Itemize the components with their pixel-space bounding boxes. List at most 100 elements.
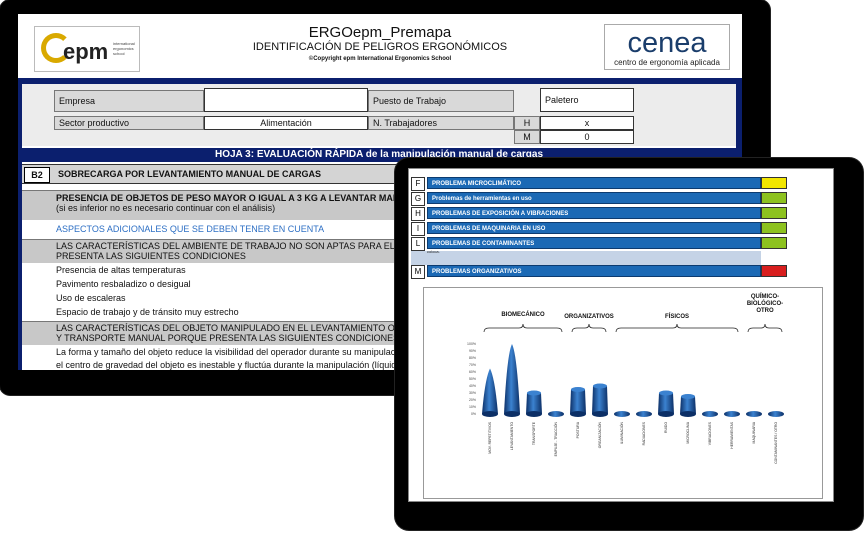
- sector-input[interactable]: Alimentación: [204, 116, 368, 130]
- bar-top: [593, 383, 607, 389]
- problem-letter: L: [411, 237, 425, 251]
- bar-top: [659, 390, 673, 396]
- x-tick-label: VIBRACIONES: [708, 421, 712, 445]
- status-lamp: [761, 222, 787, 234]
- y-tick-label: 90%: [469, 349, 476, 353]
- empresa-input[interactable]: [204, 88, 368, 112]
- y-tick-label: 0%: [471, 412, 476, 416]
- y-tick-label: 20%: [469, 398, 476, 402]
- bar-body: [592, 386, 608, 414]
- status-lamp: [761, 207, 787, 219]
- bar-base: [526, 411, 542, 417]
- bar-body: [482, 368, 498, 414]
- b2-tag: B2: [24, 167, 50, 183]
- bar-top: [527, 390, 541, 396]
- group-label: QUÍMICO-: [751, 292, 779, 300]
- problem-letter: H: [411, 207, 425, 221]
- note-band: [411, 251, 761, 265]
- problem-label: PROBLEMAS ORGANIZATIVOS: [427, 265, 761, 277]
- group-label: OTRO: [756, 308, 774, 314]
- problem-row-m: M PROBLEMAS ORGANIZATIVOS: [411, 265, 831, 279]
- group-brace: [483, 323, 563, 333]
- bar-base: [636, 411, 652, 417]
- problem-row-h: H PROBLEMAS DE EXPOSICIÓN A VIBRACIONES: [411, 207, 831, 221]
- problem-label: Problemas de herramientas en uso: [427, 192, 761, 204]
- problem-letter: G: [411, 192, 425, 206]
- chart-bar: [548, 411, 564, 417]
- results-window: F PROBLEMA MICROCLIMÁTICO G Problemas de…: [408, 168, 834, 502]
- problem-row-f: F PROBLEMA MICROCLIMÁTICO: [411, 177, 831, 191]
- m-label: M: [514, 130, 540, 144]
- bar-base: [768, 411, 784, 417]
- cenea-logo: cenea centro de ergonomía aplicada: [604, 24, 730, 70]
- x-tick-label: HERRAMIENTAS: [730, 421, 734, 448]
- x-tick-label: TRANSPORTE: [532, 421, 536, 445]
- risk-chart-svg: BIOMECÁNICO ORGANIZATIVOS FÍSICOS QUÍMICO-B…: [467, 292, 784, 464]
- group-brace: [747, 323, 783, 333]
- m-input[interactable]: 0: [540, 130, 634, 144]
- bar-body: [658, 393, 674, 414]
- chart-bar: [680, 394, 696, 417]
- bar-body: [526, 393, 542, 414]
- problem-label: PROBLEMAS DE EXPOSICIÓN A VIBRACIONES: [427, 207, 761, 219]
- bar-base: [548, 411, 564, 417]
- y-tick-label: 100%: [467, 342, 476, 346]
- puesto-label: Puesto de Trabajo: [368, 90, 514, 112]
- chart-bar: [636, 411, 652, 417]
- x-tick-label: MOV. REPETITIVOS: [488, 421, 492, 453]
- problem-label: PROBLEMAS DE MAQUINARIA EN USO: [427, 222, 761, 234]
- x-tick-label: EMPUJE - TRACCIÓN: [553, 421, 558, 456]
- x-tick-label: MAQUINARIA: [752, 421, 756, 443]
- x-tick-label: RADIACIONES: [642, 421, 646, 445]
- group-label: BIOMECÁNICO: [501, 311, 545, 318]
- x-tick-label: RUIDO: [664, 422, 668, 433]
- bar-base: [724, 411, 740, 417]
- problem-row-g: G Problemas de herramientas en uso: [411, 192, 831, 206]
- chart-bar: [482, 368, 498, 417]
- y-tick-label: 50%: [469, 377, 476, 381]
- chart-bar: [768, 411, 784, 417]
- problem-letter: I: [411, 222, 425, 236]
- puesto-input[interactable]: Paletero: [540, 88, 634, 112]
- bar-base: [482, 411, 498, 417]
- company-form: Empresa Puesto de Trabajo Paletero Secto…: [22, 84, 736, 146]
- y-tick-label: 10%: [469, 405, 476, 409]
- y-tick-label: 60%: [469, 370, 476, 374]
- chart-bar: [702, 411, 718, 417]
- chart-bar: [746, 411, 762, 417]
- bar-base: [614, 411, 630, 417]
- b2-title: SOBRECARGA POR LEVANTAMIENTO MANUAL DE C…: [58, 169, 322, 179]
- trabajadores-label: N. Trabajadores: [368, 116, 514, 130]
- bar-base: [504, 411, 520, 417]
- chart-bar: [504, 344, 520, 417]
- bar-base: [746, 411, 762, 417]
- x-tick-label: LEVANTAMIENTO: [510, 422, 514, 450]
- h-input[interactable]: x: [540, 116, 634, 130]
- sheet-header: epm international ergonomics school ERGO…: [18, 14, 742, 78]
- chart-bar: [592, 383, 608, 417]
- y-tick-label: 70%: [469, 363, 476, 367]
- cenea-logo-text: cenea: [627, 27, 707, 59]
- status-lamp: [761, 237, 787, 249]
- x-tick-label: ILUMINACIÓN: [619, 421, 624, 444]
- group-brace: [615, 323, 739, 333]
- group-label: FÍSICOS: [665, 312, 689, 320]
- h-label: H: [514, 116, 540, 130]
- problem-label: PROBLEMAS DE CONTAMINANTES: [427, 237, 761, 249]
- problem-letter: F: [411, 177, 425, 191]
- bar-top: [571, 387, 585, 392]
- bar-body: [570, 389, 586, 414]
- chart-bar: [570, 387, 586, 417]
- status-lamp: [761, 177, 787, 189]
- y-tick-label: 30%: [469, 391, 476, 395]
- chart-bar: [658, 390, 674, 417]
- bar-body: [504, 344, 520, 414]
- status-lamp: [761, 192, 787, 204]
- problem-label: PROBLEMA MICROCLIMÁTICO: [427, 177, 761, 189]
- bar-top: [681, 394, 695, 399]
- problem-letter: M: [411, 265, 425, 279]
- risk-chart: BIOMECÁNICO ORGANIZATIVOS FÍSICOS QUÍMICO- B…: [423, 287, 823, 499]
- y-tick-label: 40%: [469, 384, 476, 388]
- bar-base: [658, 411, 674, 417]
- y-tick-label: 80%: [469, 356, 476, 360]
